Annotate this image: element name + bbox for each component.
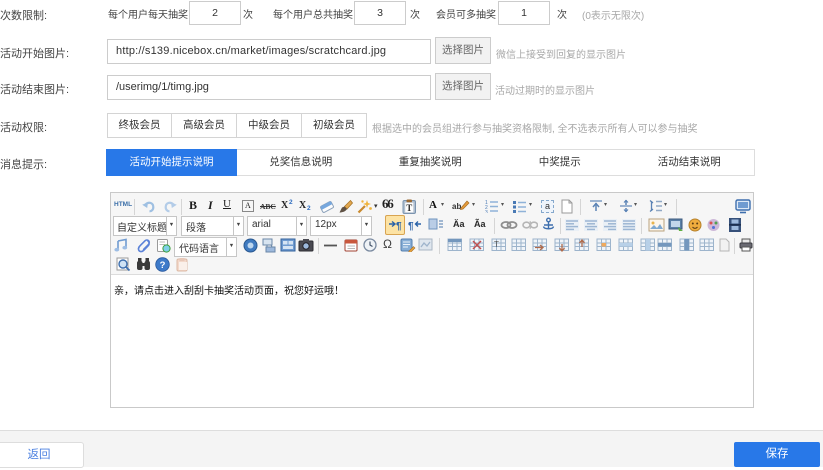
svg-text:3: 3 [485, 210, 488, 213]
svg-text:¶: ¶ [396, 221, 402, 231]
svg-text:T: T [494, 240, 499, 249]
svg-text:¶: ¶ [408, 221, 414, 231]
svg-text:?: ? [160, 260, 166, 271]
svg-text:T: T [406, 203, 412, 213]
